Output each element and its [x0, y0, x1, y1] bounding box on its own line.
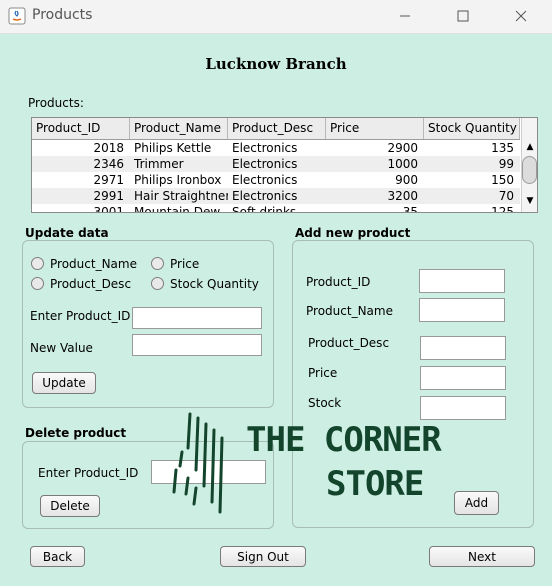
watermark-line-2: STORE: [326, 464, 424, 504]
new-value-input[interactable]: [132, 334, 262, 356]
store-logo-mark: [168, 408, 242, 520]
add-product-desc-label: Product_Desc: [308, 336, 390, 350]
products-table[interactable]: Product_ID Product_Name Product_Desc Pri…: [31, 117, 538, 213]
column-header-product-id[interactable]: Product_ID: [32, 118, 130, 139]
cell-price: 3200: [387, 189, 418, 203]
update-product-id-label: Enter Product_ID: [30, 309, 131, 323]
close-icon: [515, 10, 527, 22]
sign-out-button[interactable]: Sign Out: [220, 546, 306, 567]
window-title-bar: Products: [0, 0, 552, 34]
cell-product-desc: Electronics: [232, 141, 298, 155]
table-row[interactable]: 2971 Philips Ironbox Electronics 900 150: [32, 172, 520, 188]
cell-stock: 150: [491, 173, 514, 187]
delete-button[interactable]: Delete: [40, 495, 100, 517]
radio-stock-quantity[interactable]: [151, 277, 164, 290]
branch-title: Lucknow Branch: [205, 55, 347, 73]
cell-product-id: 2971: [93, 173, 124, 187]
cell-product-name: Hair Straightner: [134, 189, 228, 203]
add-price-input[interactable]: [420, 366, 506, 390]
radio-label-product-name[interactable]: Product_Name: [50, 257, 137, 271]
products-label: Products:: [28, 96, 84, 110]
table-row[interactable]: 2346 Trimmer Electronics 1000 99: [32, 156, 520, 172]
cell-product-name: Mountain Dew: [134, 205, 221, 213]
radio-label-stock-quantity[interactable]: Stock Quantity: [170, 277, 259, 291]
cell-product-id: 3001: [93, 205, 124, 213]
radio-label-product-desc[interactable]: Product_Desc: [50, 277, 131, 291]
add-product-id-label: Product_ID: [306, 275, 371, 289]
maximize-icon: [457, 10, 469, 22]
scroll-up-arrow-icon[interactable]: ▲: [522, 140, 537, 154]
next-button[interactable]: Next: [429, 546, 535, 567]
add-section-title: Add new product: [295, 226, 411, 240]
new-value-label: New Value: [30, 341, 93, 355]
back-button[interactable]: Back: [30, 546, 85, 567]
cell-product-name: Philips Kettle: [134, 141, 212, 155]
update-section-title: Update data: [25, 226, 109, 240]
window-title: Products: [32, 7, 93, 23]
column-header-product-name[interactable]: Product_Name: [130, 118, 228, 139]
column-header-product-desc[interactable]: Product_Desc: [228, 118, 326, 139]
add-product-name-input[interactable]: [419, 298, 505, 322]
add-button[interactable]: Add: [454, 491, 499, 515]
cell-product-name: Trimmer: [134, 157, 184, 171]
cell-stock: 70: [498, 189, 514, 203]
cell-product-id: 2991: [93, 189, 124, 203]
cell-product-id: 2018: [93, 141, 124, 155]
cell-product-desc: Electronics: [232, 189, 298, 203]
cell-price: 35: [402, 205, 418, 213]
cell-product-desc: Electronics: [232, 173, 298, 187]
delete-product-id-label: Enter Product_ID: [38, 466, 139, 480]
delete-section-title: Delete product: [25, 426, 127, 440]
radio-product-desc[interactable]: [31, 277, 44, 290]
cell-product-desc: Soft drinks: [232, 205, 297, 213]
update-button[interactable]: Update: [32, 372, 96, 394]
cell-product-name: Philips Ironbox: [134, 173, 222, 187]
close-button[interactable]: [498, 0, 544, 32]
table-row[interactable]: 2018 Philips Kettle Electronics 2900 135: [32, 140, 520, 156]
add-stock-input[interactable]: [420, 396, 506, 420]
add-product-name-label: Product_Name: [306, 304, 393, 318]
minimize-icon: [400, 15, 410, 17]
java-app-icon: [8, 7, 26, 25]
radio-price[interactable]: [151, 257, 164, 270]
cell-stock: 135: [491, 141, 514, 155]
cell-price: 2900: [387, 141, 418, 155]
cell-price: 1000: [387, 157, 418, 171]
cell-stock: 99: [498, 157, 514, 171]
cell-product-desc: Electronics: [232, 157, 298, 171]
radio-product-name[interactable]: [31, 257, 44, 270]
radio-label-price[interactable]: Price: [170, 257, 199, 271]
cell-price: 900: [395, 173, 418, 187]
column-header-stock-quantity[interactable]: Stock Quantity: [424, 118, 520, 139]
add-product-desc-input[interactable]: [420, 336, 506, 360]
add-price-label: Price: [308, 366, 338, 380]
watermark-line-1: THE CORNER: [246, 420, 442, 460]
table-row[interactable]: 3001 Mountain Dew Soft drinks 35 125: [32, 204, 520, 213]
add-stock-label: Stock: [308, 396, 342, 410]
maximize-button[interactable]: [440, 0, 486, 32]
cell-product-id: 2346: [93, 157, 124, 171]
table-row[interactable]: 2991 Hair Straightner Electronics 3200 7…: [32, 188, 520, 204]
scroll-down-arrow-icon[interactable]: ▼: [522, 194, 537, 208]
column-header-price[interactable]: Price: [326, 118, 424, 139]
update-product-id-input[interactable]: [132, 307, 262, 329]
minimize-button[interactable]: [382, 0, 428, 32]
scrollbar-thumb[interactable]: [522, 156, 537, 184]
cell-stock: 125: [491, 205, 514, 213]
add-product-id-input[interactable]: [419, 269, 505, 293]
table-header: Product_ID Product_Name Product_Desc Pri…: [32, 118, 520, 140]
table-vertical-scrollbar[interactable]: ▲ ▼: [521, 118, 537, 212]
